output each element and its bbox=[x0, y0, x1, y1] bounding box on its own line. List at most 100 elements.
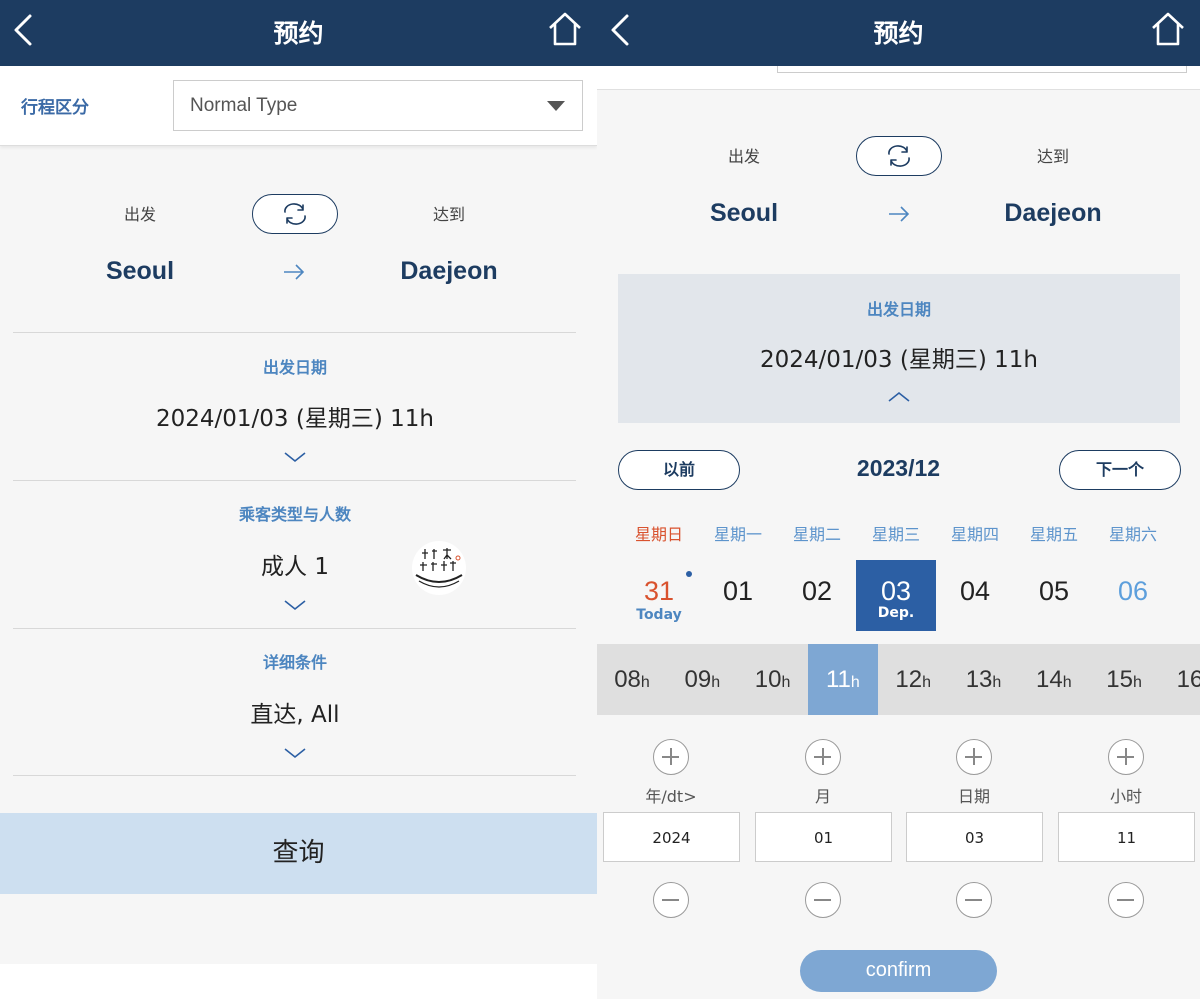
destination-station[interactable]: Daejeon bbox=[953, 199, 1153, 228]
swap-stations-button[interactable] bbox=[252, 194, 338, 234]
hour-unit: h bbox=[781, 674, 791, 691]
hour-option[interactable]: 12h bbox=[878, 644, 948, 715]
app-header: 预约 bbox=[597, 0, 1200, 66]
hour-number: 16 bbox=[1176, 666, 1200, 693]
trip-type-select[interactable]: Normal Type bbox=[173, 80, 583, 131]
next-month-button[interactable]: 下一个 bbox=[1059, 450, 1181, 490]
arrive-label: 达到 bbox=[432, 205, 465, 224]
increment-icon[interactable] bbox=[805, 739, 841, 775]
hour-unit: h bbox=[1062, 674, 1072, 691]
dropdown-caret-icon bbox=[547, 101, 565, 111]
divider bbox=[13, 332, 576, 333]
weekday-label: 星期日 bbox=[634, 525, 683, 544]
decrement-icon[interactable] bbox=[956, 882, 992, 918]
date-picker-panel: 预约 出发 达到 Seoul Daejeon 出发日期 2024/01/03 (… bbox=[597, 0, 1200, 999]
calendar-day[interactable]: 05 bbox=[1014, 560, 1094, 631]
passenger-type-value[interactable]: 成人 1 bbox=[0, 547, 590, 581]
decrement-icon[interactable] bbox=[653, 882, 689, 918]
trip-type-row: 行程区分 Normal Type bbox=[0, 66, 597, 146]
detail-conditions-value[interactable]: 直达, All bbox=[0, 695, 590, 729]
hour-option[interactable]: 10h bbox=[738, 644, 808, 715]
field-label: 月 bbox=[814, 787, 831, 806]
weekday-label: 星期四 bbox=[950, 525, 999, 544]
passenger-type-title: 乘客类型与人数 bbox=[238, 505, 351, 524]
search-button[interactable]: 查询 bbox=[0, 813, 597, 894]
weekday-label: 星期六 bbox=[1108, 525, 1157, 544]
depart-label: 出发 bbox=[727, 147, 760, 166]
chevron-down-icon[interactable] bbox=[284, 599, 306, 611]
home-icon[interactable] bbox=[547, 10, 583, 48]
increment-icon[interactable] bbox=[653, 739, 689, 775]
hour-number: 09 bbox=[684, 666, 712, 693]
weekday-label: 星期一 bbox=[713, 525, 762, 544]
today-indicator-dot bbox=[686, 571, 692, 577]
increment-icon[interactable] bbox=[956, 739, 992, 775]
destination-station[interactable]: Daejeon bbox=[349, 257, 549, 286]
hour-option[interactable]: 08h bbox=[597, 644, 667, 715]
departure-date-title: 出发日期 bbox=[262, 358, 327, 377]
origin-station[interactable]: Seoul bbox=[644, 199, 844, 228]
departure-date-title: 出发日期 bbox=[866, 300, 931, 319]
hour-option[interactable]: 13h bbox=[949, 644, 1019, 715]
trip-type-select-partial[interactable] bbox=[777, 66, 1187, 73]
divider bbox=[13, 628, 576, 629]
hour-number: 14 bbox=[1035, 666, 1063, 693]
day-number: 03 bbox=[880, 576, 912, 606]
chevron-up-icon[interactable] bbox=[888, 391, 910, 403]
hour-unit: h bbox=[922, 674, 931, 691]
field-value-input[interactable]: 03 bbox=[906, 812, 1043, 862]
confirm-button[interactable]: confirm bbox=[800, 950, 997, 992]
hour-option[interactable]: 14h bbox=[1019, 644, 1089, 715]
today-label: Today bbox=[636, 607, 682, 623]
hour-option[interactable]: 15h bbox=[1089, 644, 1159, 715]
app-header: 预约 bbox=[0, 0, 597, 66]
hour-option[interactable]: 09h bbox=[667, 644, 737, 715]
trip-type-label: 行程区分 bbox=[21, 98, 89, 118]
home-icon[interactable] bbox=[1150, 10, 1186, 48]
calendar-day[interactable]: 01 bbox=[698, 560, 778, 631]
departure-marker: Dep. bbox=[877, 605, 915, 621]
depart-label: 出发 bbox=[123, 205, 156, 224]
hour-number: 13 bbox=[965, 666, 993, 693]
hour-unit: h bbox=[640, 674, 650, 691]
hour-unit: h bbox=[1132, 674, 1142, 691]
page-title: 预约 bbox=[273, 19, 324, 48]
increment-icon[interactable] bbox=[1108, 739, 1144, 775]
swap-stations-button[interactable] bbox=[856, 136, 942, 176]
day-number: 05 bbox=[1038, 576, 1070, 606]
chevron-down-icon[interactable] bbox=[284, 451, 306, 463]
hour-option[interactable]: 16h bbox=[1159, 644, 1200, 715]
field-value-input[interactable]: 11 bbox=[1058, 812, 1195, 862]
hour-number: 15 bbox=[1106, 666, 1133, 693]
hour-option[interactable]: 11h bbox=[807, 644, 878, 715]
hour-number: 11 bbox=[825, 666, 851, 693]
departure-date-value[interactable]: 2024/01/03 (星期三) 11h bbox=[0, 399, 590, 433]
calendar-day[interactable]: 06 bbox=[1093, 560, 1173, 631]
weekday-label: 星期二 bbox=[792, 525, 841, 544]
swap-icon bbox=[284, 203, 306, 225]
calendar-day[interactable]: 03 Dep. bbox=[856, 560, 936, 631]
detail-conditions-title: 详细条件 bbox=[262, 653, 327, 672]
hour-number: 08 bbox=[614, 666, 641, 693]
departure-date-expanded[interactable]: 出发日期 2024/01/03 (星期三) 11h bbox=[618, 274, 1180, 423]
calendar-day[interactable]: 04 bbox=[935, 560, 1015, 631]
field-value-input[interactable]: 01 bbox=[755, 812, 892, 862]
field-value-input[interactable]: 2024 bbox=[603, 812, 740, 862]
calendar-day[interactable]: 02 bbox=[777, 560, 857, 631]
field-label: 小时 bbox=[1109, 787, 1142, 806]
hour-unit: h bbox=[711, 674, 721, 691]
day-number: 04 bbox=[959, 576, 991, 606]
chevron-down-icon[interactable] bbox=[284, 747, 306, 759]
origin-station[interactable]: Seoul bbox=[40, 257, 240, 286]
right-arrow-icon bbox=[889, 206, 910, 222]
day-number: 01 bbox=[722, 576, 754, 606]
swap-icon bbox=[888, 145, 910, 167]
right-arrow-icon bbox=[284, 264, 305, 280]
divider bbox=[13, 775, 576, 776]
watermark-stamp-logo bbox=[412, 541, 466, 595]
departure-date-value: 2024/01/03 (星期三) 11h bbox=[760, 347, 1038, 373]
trip-type-row-partial bbox=[597, 66, 1200, 90]
decrement-icon[interactable] bbox=[1108, 882, 1144, 918]
field-label: 日期 bbox=[957, 787, 990, 806]
decrement-icon[interactable] bbox=[805, 882, 841, 918]
